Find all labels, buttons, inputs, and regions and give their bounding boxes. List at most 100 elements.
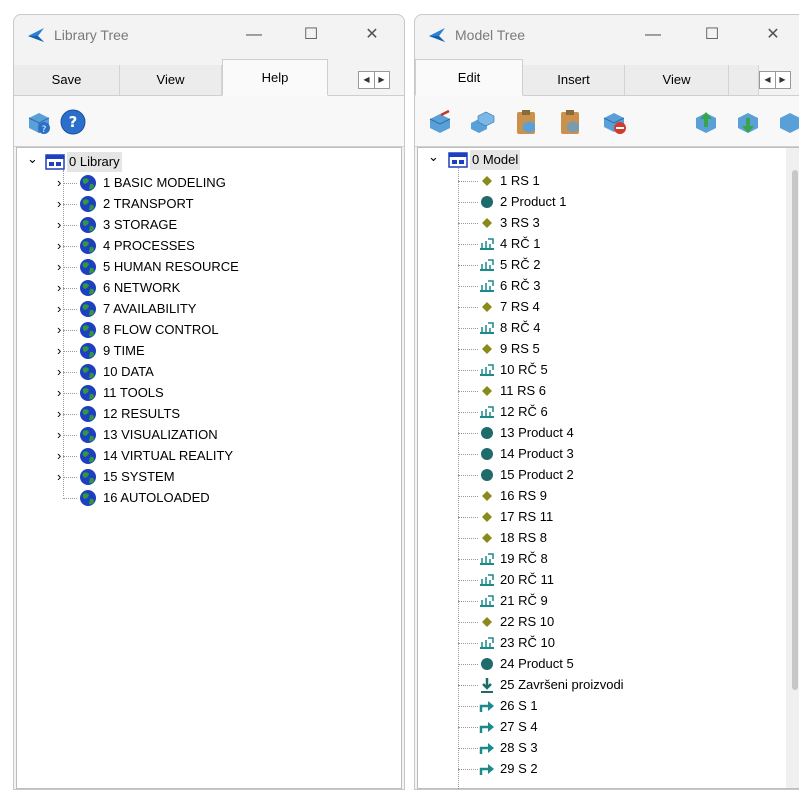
collapse-toggle[interactable]: ⌄	[428, 147, 439, 167]
tree-connector-line	[458, 328, 478, 329]
tree-connector-line	[458, 286, 478, 287]
tab-scroll-buttons: ◀ ▶	[358, 71, 390, 89]
close-button[interactable]: ✕	[759, 23, 787, 47]
tree-item-label: 19 RČ 8	[500, 551, 548, 566]
library-toolbar: ? ?	[14, 96, 404, 147]
globe-icon	[80, 490, 96, 506]
move-up-icon[interactable]	[693, 109, 719, 135]
help-question-icon[interactable]: ?	[60, 109, 86, 135]
paste-special-icon[interactable]	[557, 109, 583, 135]
expand-toggle[interactable]: ›	[57, 173, 62, 193]
move-icon[interactable]	[777, 109, 799, 135]
tree-item-label: 10 DATA	[103, 364, 154, 379]
expand-toggle[interactable]: ›	[57, 236, 62, 256]
tree-item-label: 10 RČ 5	[500, 362, 548, 377]
tab-scroll-left-button[interactable]: ◀	[760, 72, 776, 88]
expand-toggle[interactable]: ›	[57, 257, 62, 277]
expand-toggle[interactable]: ›	[57, 278, 62, 298]
expand-toggle[interactable]: ›	[57, 362, 62, 382]
globe-icon	[80, 259, 96, 275]
expand-toggle[interactable]: ›	[57, 320, 62, 340]
tab-save[interactable]: Save	[14, 65, 120, 95]
library-root-icon	[45, 154, 65, 170]
tree-item-label: 23 RČ 10	[500, 635, 555, 650]
tree-item-label: 12 RČ 6	[500, 404, 548, 419]
globe-icon	[80, 448, 96, 464]
expand-toggle[interactable]: ›	[57, 383, 62, 403]
tree-item-label: 13 VISUALIZATION	[103, 427, 218, 442]
expand-toggle[interactable]: ›	[57, 467, 62, 487]
tab-scroll-left-button[interactable]: ◀	[359, 72, 375, 88]
expand-toggle[interactable]: ›	[57, 404, 62, 424]
tab-edit[interactable]: Edit	[415, 59, 523, 96]
tree-root-label: 0 Model	[470, 150, 521, 170]
globe-icon	[80, 385, 96, 401]
expand-toggle[interactable]: ›	[57, 446, 62, 466]
source-arrow-icon	[479, 701, 494, 712]
tree-item-label: 8 RČ 4	[500, 320, 541, 335]
tree-connector-line	[458, 559, 478, 560]
workplace-icon	[480, 280, 494, 292]
minimize-button[interactable]: —	[240, 23, 268, 47]
tree-connector-line	[458, 244, 478, 245]
expand-toggle[interactable]: ›	[57, 194, 62, 214]
tree-connector-line	[63, 498, 77, 499]
tree-connector-line	[458, 622, 478, 623]
delete-icon[interactable]	[601, 109, 627, 135]
station-diamond-icon	[482, 617, 492, 627]
library-help-icon[interactable]: ?	[26, 109, 52, 135]
expand-toggle[interactable]: ›	[57, 341, 62, 361]
source-arrow-icon	[479, 743, 494, 754]
minimize-button[interactable]: —	[639, 23, 667, 47]
maximize-button[interactable]: ☐	[698, 23, 726, 47]
scrollbar-thumb[interactable]	[792, 170, 798, 690]
tab-help[interactable]: Help	[222, 59, 328, 96]
window-title: Model Tree	[455, 27, 526, 43]
expand-toggle[interactable]: ›	[57, 299, 62, 319]
cut-icon[interactable]	[427, 109, 453, 135]
close-button[interactable]: ✕	[358, 23, 386, 47]
move-down-icon[interactable]	[735, 109, 761, 135]
collapse-toggle[interactable]: ⌄	[27, 149, 38, 169]
tree-item-label: 5 RČ 2	[500, 257, 541, 272]
tab-scroll-right-button[interactable]: ▶	[374, 72, 389, 88]
paste-icon[interactable]	[513, 109, 539, 135]
tab-scroll-right-button[interactable]: ▶	[775, 72, 790, 88]
tree-item-label: 11 TOOLS	[103, 385, 164, 400]
vertical-scrollbar[interactable]	[786, 148, 799, 788]
tree-item-label: 13 Product 4	[500, 425, 574, 440]
tree-connector-line	[458, 223, 478, 224]
maximize-button[interactable]: ☐	[297, 23, 325, 47]
tab-overflow[interactable]	[729, 65, 759, 95]
product-circle-icon	[481, 196, 493, 208]
expand-toggle[interactable]: ›	[57, 425, 62, 445]
tree-connector-line	[458, 538, 478, 539]
library-tree-panel[interactable]: ⌄ 0 Library › 1 BASIC MODELING › 2 TRANSPORT ›…	[16, 147, 402, 789]
tree-root-label: 0 Library	[67, 152, 122, 172]
tree-connector-line	[458, 349, 478, 350]
tree-item-label: 6 RČ 3	[500, 278, 541, 293]
library-title-bar[interactable]: Library Tree — ☐ ✕	[14, 15, 404, 57]
model-toolbar	[415, 96, 799, 147]
tree-connector-line	[458, 685, 478, 686]
tab-insert[interactable]: Insert	[523, 65, 625, 95]
model-title-bar[interactable]: Model Tree — ☐ ✕	[415, 15, 799, 57]
tree-connector-line	[458, 391, 478, 392]
tree-item-label: 3 RS 3	[500, 215, 540, 230]
model-root-icon	[448, 152, 468, 168]
expand-toggle[interactable]: ›	[57, 215, 62, 235]
model-tree-panel[interactable]: ⌄ 0 Model 1 RS 1 2 Product 1 3 RS 3 4 RČ 1 5 R…	[417, 147, 799, 789]
copy-icon[interactable]	[469, 109, 495, 135]
tab-view[interactable]: View	[120, 65, 222, 95]
station-diamond-icon	[482, 176, 492, 186]
tree-item-label: 12 RESULTS	[103, 406, 181, 421]
tree-connector-line	[63, 456, 77, 457]
tree-item-label: 21 RČ 9	[500, 593, 548, 608]
globe-icon	[80, 343, 96, 359]
tree-connector-line	[458, 496, 478, 497]
station-diamond-icon	[482, 512, 492, 522]
tree-connector-line	[63, 393, 77, 394]
workplace-icon	[480, 553, 494, 565]
tree-item-label: 16 RS 9	[500, 488, 547, 503]
tab-view[interactable]: View	[625, 65, 729, 95]
